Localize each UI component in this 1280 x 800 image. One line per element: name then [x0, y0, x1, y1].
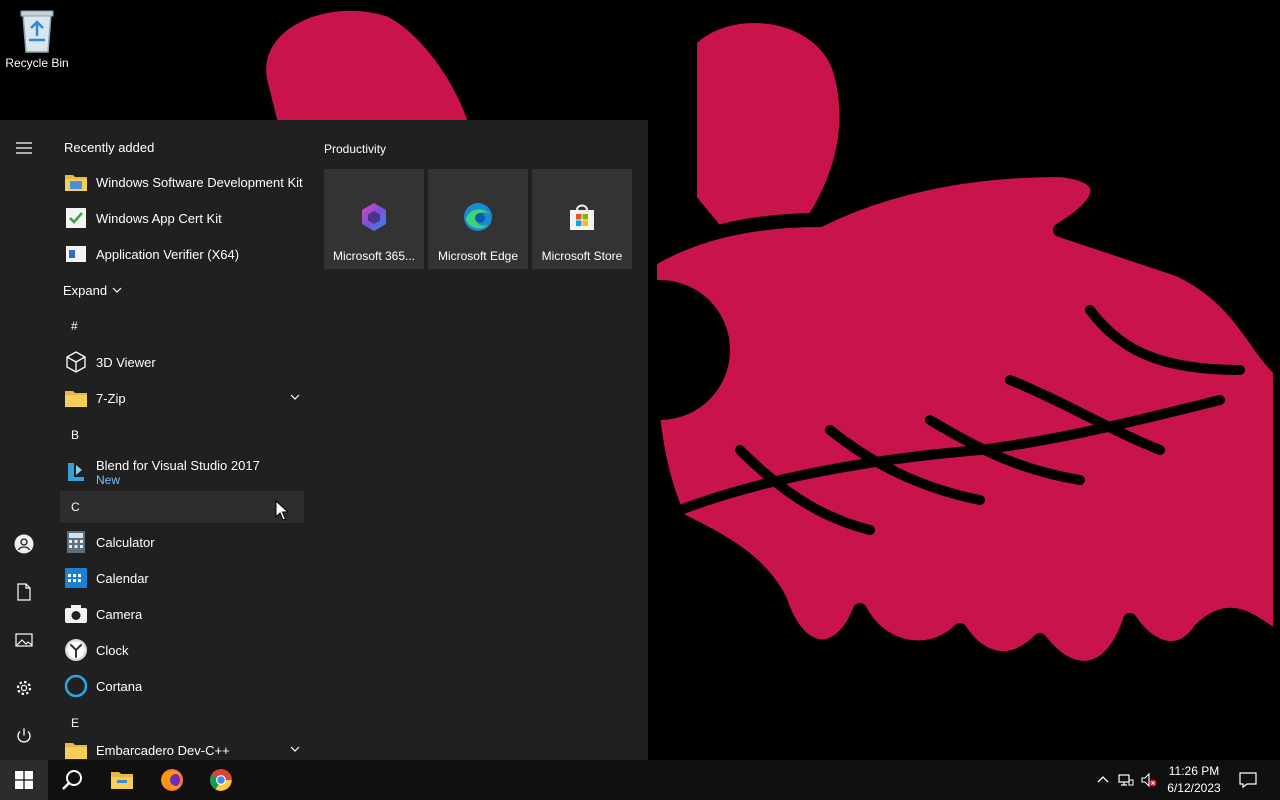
chevron-down-icon — [112, 287, 122, 293]
calculator-icon — [64, 530, 88, 554]
chevron-down-icon[interactable] — [288, 390, 302, 404]
app-embarcadero-folder[interactable]: Embarcadero Dev-C++ — [60, 732, 304, 760]
tile-microsoft-store[interactable]: Microsoft Store — [532, 169, 632, 269]
letter-header-hash[interactable]: # — [60, 310, 304, 342]
clock-date: 6/12/2023 — [1167, 781, 1221, 795]
folder-icon — [64, 738, 88, 760]
app-calculator[interactable]: Calculator — [60, 524, 304, 560]
chevron-down-icon[interactable] — [288, 742, 302, 756]
calendar-icon — [64, 566, 88, 590]
store-icon — [570, 204, 594, 230]
cortana-icon — [64, 674, 88, 698]
chrome-icon — [210, 769, 232, 791]
hamburger-icon — [16, 142, 32, 154]
taskbar: 11:26 PM 6/12/2023 — [0, 760, 1280, 800]
gear-icon — [16, 680, 32, 696]
search-button[interactable] — [48, 760, 96, 800]
start-menu-rail — [0, 120, 48, 760]
pictures-button[interactable] — [0, 616, 48, 664]
expand-button[interactable]: Expand — [60, 272, 140, 308]
app-clock[interactable]: Clock — [60, 632, 304, 668]
taskbar-firefox[interactable] — [148, 760, 196, 800]
windows-logo-icon — [15, 771, 33, 789]
folder-icon — [64, 386, 88, 410]
app-blend-visual-studio[interactable]: Blend for Visual Studio 2017 New — [60, 452, 304, 492]
taskbar-clock[interactable]: 11:26 PM 6/12/2023 — [1160, 763, 1228, 797]
blend-icon — [64, 460, 88, 484]
app-application-verifier[interactable]: Application Verifier (X64) — [60, 236, 304, 272]
app-7zip-folder[interactable]: 7-Zip — [60, 380, 304, 416]
letter-header-c[interactable]: C — [60, 491, 304, 523]
document-icon — [17, 583, 31, 601]
start-menu: Recently added Windows Software Developm… — [0, 120, 648, 760]
tile-microsoft-edge[interactable]: Microsoft Edge — [428, 169, 528, 269]
camera-icon — [64, 602, 88, 626]
recycle-bin-label: Recycle Bin — [5, 56, 69, 70]
picture-icon — [15, 633, 33, 647]
network-icon[interactable] — [1118, 772, 1134, 788]
settings-button[interactable] — [0, 664, 48, 712]
clock-icon — [64, 638, 88, 662]
app-3d-viewer[interactable]: 3D Viewer — [60, 344, 304, 380]
power-button[interactable] — [0, 712, 48, 760]
blend-app-label: Blend for Visual Studio 2017 — [96, 457, 260, 473]
letter-header-b[interactable]: B — [60, 419, 304, 451]
chevron-up-icon[interactable] — [1095, 772, 1111, 788]
hamburger-menu-button[interactable] — [0, 124, 48, 172]
user-icon — [14, 534, 34, 554]
app-cortana[interactable]: Cortana — [60, 668, 304, 704]
volume-muted-icon[interactable] — [1141, 772, 1157, 788]
tile-microsoft-365[interactable]: Microsoft 365... — [324, 169, 424, 269]
app-windows-app-cert-kit[interactable]: Windows App Cert Kit — [60, 200, 304, 236]
folder-icon — [64, 170, 88, 194]
recycle-bin[interactable]: Recycle Bin — [4, 6, 70, 70]
cert-kit-icon — [64, 206, 88, 230]
notifications-icon[interactable] — [1239, 771, 1257, 789]
clock-time: 11:26 PM — [1168, 764, 1220, 778]
new-badge: New — [96, 472, 121, 487]
edge-icon — [464, 203, 492, 231]
power-icon — [17, 728, 31, 743]
taskbar-chrome[interactable] — [197, 760, 245, 800]
recycle-bin-icon — [17, 6, 57, 54]
app-camera[interactable]: Camera — [60, 596, 304, 632]
cube-icon — [64, 350, 88, 374]
firefox-icon — [161, 769, 183, 791]
mouse-cursor — [275, 500, 289, 521]
start-button[interactable] — [0, 760, 48, 800]
app-list: Recently added Windows Software Developm… — [48, 120, 312, 760]
account-button[interactable] — [0, 520, 48, 568]
recently-added-heading: Recently added — [64, 140, 155, 155]
taskbar-file-explorer[interactable] — [98, 760, 146, 800]
app-verifier-icon — [64, 242, 88, 266]
file-explorer-icon — [111, 772, 133, 789]
app-calendar[interactable]: Calendar — [60, 560, 304, 596]
microsoft-365-icon — [362, 203, 386, 231]
documents-button[interactable] — [0, 568, 48, 616]
tile-group-title: Productivity — [324, 142, 387, 156]
search-icon — [62, 770, 82, 790]
tiles-panel: Productivity Microsoft 365... Microsoft … — [316, 120, 648, 760]
app-windows-sdk[interactable]: Windows Software Development Kit — [60, 164, 304, 200]
